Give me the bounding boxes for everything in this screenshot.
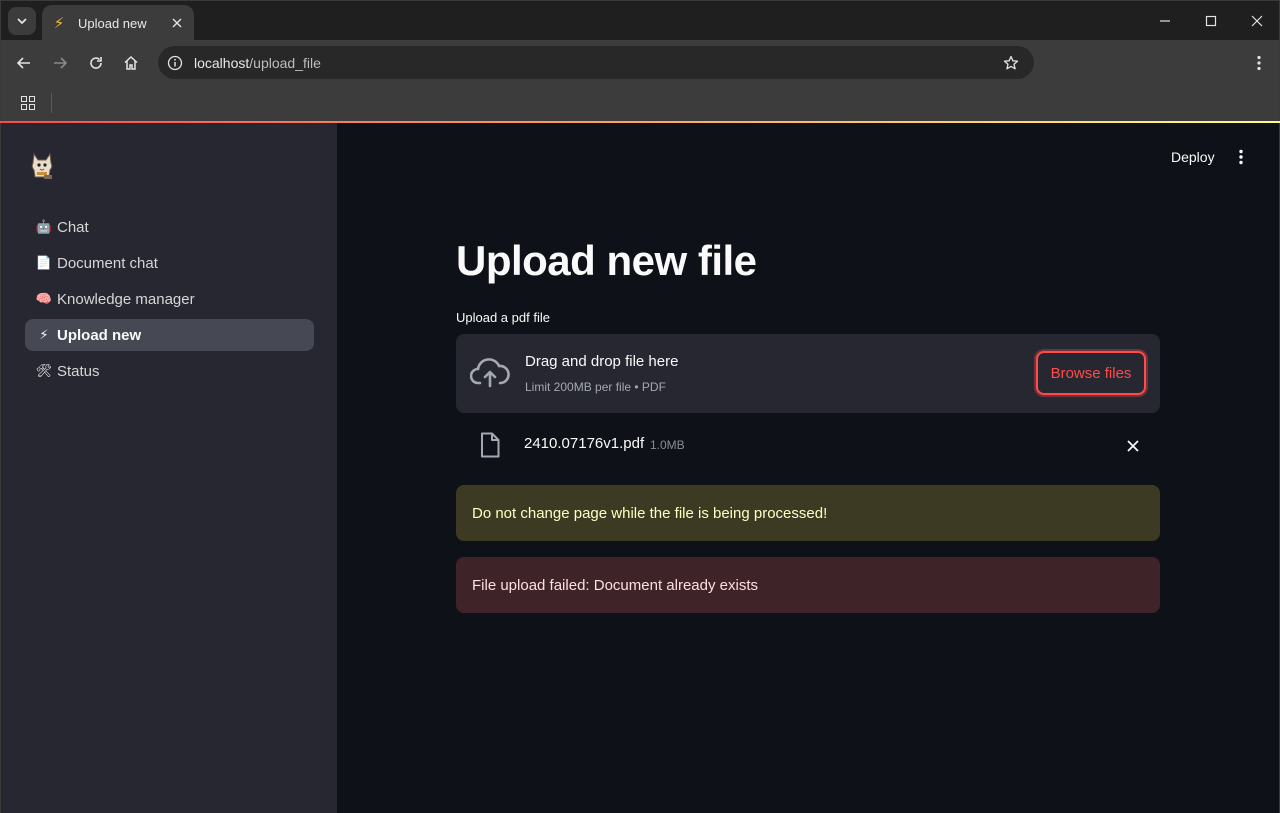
sidebar-item-document-chat[interactable]: 📄 Document chat (25, 247, 314, 279)
sidebar-item-knowledge-manager[interactable]: 🧠 Knowledge manager (25, 283, 314, 315)
warning-alert: Do not change page while the file is bei… (456, 485, 1160, 541)
forward-button[interactable] (45, 48, 75, 78)
apps-grid-icon[interactable] (15, 90, 41, 116)
chevron-down-icon (17, 18, 27, 25)
url-text[interactable]: localhost/upload_file (194, 55, 996, 71)
minimize-icon (1160, 20, 1170, 22)
file-size: 1.0MB (650, 438, 685, 452)
bookmarks-bar (0, 85, 1280, 121)
address-bar[interactable]: localhost/upload_file (158, 46, 1034, 79)
arrow-right-icon (54, 57, 68, 69)
arrow-left-icon (16, 57, 30, 69)
dropzone-limits: Limit 200MB per file • PDF (525, 380, 666, 394)
cloud-upload-icon (470, 358, 510, 388)
browse-files-button[interactable]: Browse files (1036, 351, 1146, 395)
dropzone-title: Drag and drop file here (525, 353, 679, 370)
sidebar-item-label: Status (57, 362, 100, 380)
vertical-dots-icon (1257, 55, 1261, 71)
maximize-button[interactable] (1188, 1, 1234, 41)
sidebar-item-label: Upload new (57, 326, 142, 344)
uploaded-file-row: 2410.07176v1.pdf 1.0MB (456, 424, 1160, 466)
robot-icon: 🤖 (35, 219, 53, 234)
home-icon (124, 55, 138, 70)
close-window-button[interactable] (1234, 1, 1280, 41)
sidebar-item-chat[interactable]: 🤖 Chat (25, 211, 314, 243)
back-button[interactable] (9, 48, 39, 78)
page-title: Upload new file (456, 237, 757, 284)
bookmark-star-icon[interactable] (996, 48, 1026, 78)
sidebar-item-label: Knowledge manager (57, 290, 195, 308)
bookmarks-divider (51, 93, 52, 113)
reload-button[interactable] (81, 48, 111, 78)
tab-search-button[interactable] (8, 7, 36, 35)
remove-file-button[interactable] (1120, 433, 1146, 459)
site-info-icon[interactable] (164, 52, 186, 74)
document-icon: 📄 (35, 255, 53, 270)
url-host: localhost (194, 54, 250, 71)
close-icon (1127, 440, 1139, 452)
deploy-button[interactable]: Deploy (1163, 143, 1223, 171)
vertical-dots-icon (1239, 149, 1243, 165)
sidebar-item-label: Chat (57, 218, 89, 236)
browser-tab[interactable]: ⚡ Upload new (42, 5, 194, 41)
reload-icon (90, 57, 102, 69)
lightning-icon: ⚡ (53, 15, 65, 32)
brain-icon: 🧠 (35, 291, 53, 306)
error-alert: File upload failed: Document already exi… (456, 557, 1160, 613)
browser-toolbar: localhost/upload_file (0, 40, 1280, 85)
sidebar-item-upload-new[interactable]: ⚡ Upload new (25, 319, 314, 351)
home-button[interactable] (116, 48, 146, 78)
close-icon (1251, 15, 1263, 27)
sidebar-item-label: Document chat (57, 254, 158, 272)
main-content: Deploy Upload new file Upload a pdf file… (337, 123, 1280, 813)
maximize-icon (1205, 15, 1217, 27)
tab-title: Upload new (78, 15, 147, 31)
lightning-icon: ⚡ (39, 327, 49, 342)
main-menu-button[interactable] (1229, 143, 1253, 171)
minimize-button[interactable] (1142, 1, 1188, 41)
tab-close-icon[interactable] (168, 14, 186, 32)
url-path: /upload_file (249, 54, 321, 71)
app-logo (29, 151, 55, 181)
sidebar-item-status[interactable]: 🛠 Status (25, 355, 314, 387)
sidebar-nav: 🤖 Chat 📄 Document chat 🧠 Knowledge manag… (25, 211, 314, 391)
browser-menu-button[interactable] (1244, 48, 1274, 78)
uploader-label: Upload a pdf file (456, 310, 550, 325)
tools-icon: 🛠 (35, 363, 53, 378)
file-dropzone[interactable]: Drag and drop file here Limit 200MB per … (456, 334, 1160, 413)
sidebar: 🤖 Chat 📄 Document chat 🧠 Knowledge manag… (0, 123, 337, 813)
file-icon (481, 432, 500, 458)
file-name: 2410.07176v1.pdf (524, 435, 645, 452)
browser-titlebar: ⚡ Upload new (0, 0, 1280, 41)
